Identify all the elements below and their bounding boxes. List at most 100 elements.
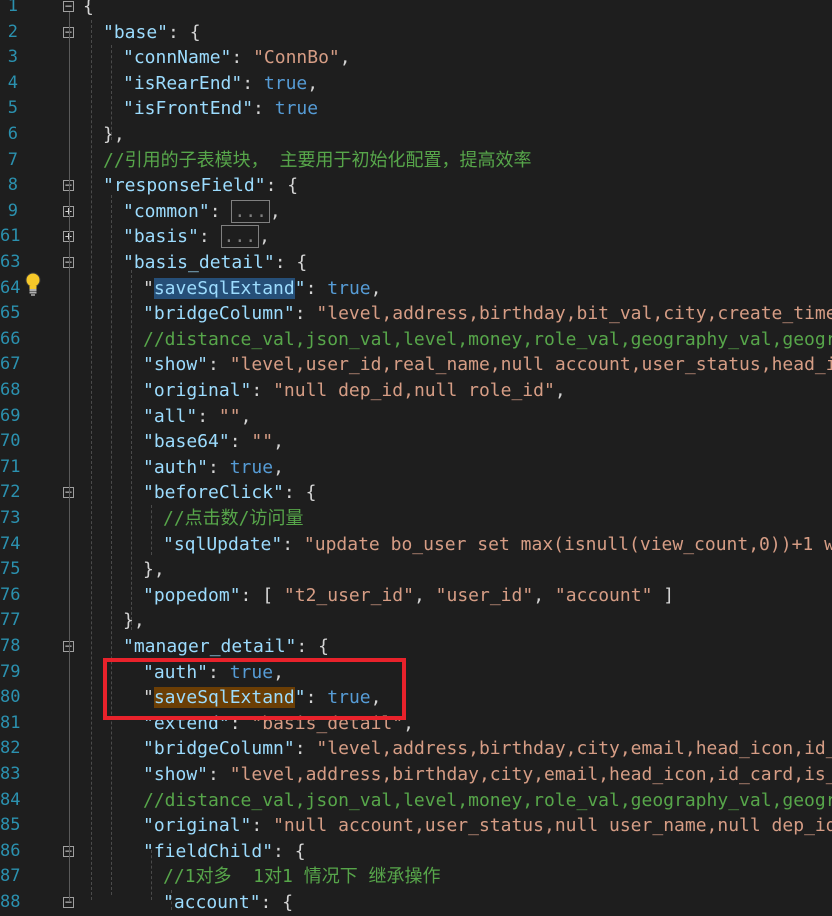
token: "responseField" <box>103 175 266 197</box>
code-text[interactable]: }, <box>103 122 125 148</box>
code-text[interactable]: "original": "null account,user_status,nu… <box>143 813 832 839</box>
code-text[interactable]: //点击数/访问量 <box>163 506 304 532</box>
indent-guide <box>91 20 92 900</box>
code-line[interactable]: 3 "connName": "ConnBo", <box>0 45 832 71</box>
code-line[interactable]: 2− "base": { <box>0 20 832 46</box>
lightbulb-icon[interactable] <box>24 272 42 298</box>
code-line[interactable]: 83 "show": "level,address,birthday,city,e… <box>0 762 832 788</box>
code-text[interactable]: //1对多 1对1 情况下 继承操作 <box>163 864 441 890</box>
code-line[interactable]: 86− "fieldChild": { <box>0 839 832 865</box>
token: //点击数/访问量 <box>163 508 304 529</box>
code-line[interactable]: 4 "isRearEnd": true, <box>0 71 832 97</box>
token: : <box>294 303 317 325</box>
token: "manager_detail" <box>123 636 297 657</box>
code-text[interactable]: "base": { <box>103 20 201 46</box>
code-line[interactable]: 71 "auth": true, <box>0 455 832 481</box>
code-text[interactable]: "beforeClick": { <box>143 480 316 506</box>
code-text[interactable]: "saveSqlExtand": true, <box>143 276 381 302</box>
token: "level,address,birthday,city,email,head_… <box>229 764 832 785</box>
code-text[interactable]: }, <box>123 608 145 634</box>
code-line[interactable]: 74 "sqlUpdate": "update bo_user set max(i… <box>0 532 832 558</box>
token: "connName" <box>123 47 232 69</box>
code-text[interactable]: "show": "level,user_id,real_name,null ac… <box>143 352 832 378</box>
code-line[interactable]: 77}, <box>0 608 832 634</box>
code-text[interactable]: "base64": "", <box>143 429 284 455</box>
code-text[interactable]: "isRearEnd": true, <box>123 71 318 97</box>
line-number: 74 <box>0 533 21 554</box>
code-line[interactable]: 8− "responseField": { <box>0 173 832 199</box>
code-line[interactable]: 68 "original": "null dep_id,null role_id"… <box>0 378 832 404</box>
token: , <box>240 405 252 427</box>
code-line[interactable]: 75}, <box>0 557 832 583</box>
code-text[interactable]: "show": "level,address,birthday,city,ema… <box>143 762 832 788</box>
code-text[interactable]: "auth": true, <box>143 455 284 481</box>
code-text[interactable]: "original": "null dep_id,null role_id", <box>143 378 566 404</box>
code-text[interactable]: { <box>83 0 94 20</box>
code-text[interactable]: }, <box>143 557 165 583</box>
code-text[interactable]: "isFrontEnd": true <box>123 96 318 122</box>
code-line[interactable]: 85 "original": "null account,user_status,… <box>0 813 832 839</box>
code-line[interactable]: 61 + "basis": ..., <box>0 224 832 250</box>
line-number: 85 <box>0 815 21 836</box>
token: : <box>242 72 264 94</box>
code-line[interactable]: 7 //引用的子表模块， 主要用于初始化配置，提高效率 <box>0 148 832 174</box>
token: : <box>253 98 275 120</box>
code-text[interactable]: "bridgeColumn": "level,address,birthday,… <box>143 736 832 762</box>
token: : <box>231 47 254 69</box>
collapse-icon[interactable]: − <box>63 0 74 12</box>
code-line[interactable]: 88− "account": { <box>0 890 832 916</box>
code-text[interactable]: //引用的子表模块， 主要用于初始化配置，提高效率 <box>103 148 532 174</box>
token: "bridgeColumn" <box>143 738 295 760</box>
code-line[interactable]: 69 "all": "", <box>0 404 832 430</box>
code-text[interactable]: "basis_detail": { <box>123 250 307 276</box>
code-line[interactable]: 64 "saveSqlExtand": true, <box>0 276 832 302</box>
code-text[interactable]: //distance_val,json_val,level,money,role… <box>143 788 832 814</box>
code-text[interactable]: "sqlUpdate": "update bo_user set max(isn… <box>163 532 832 558</box>
token: , <box>413 584 436 606</box>
token: : { <box>296 636 329 657</box>
code-line[interactable]: 82 "bridgeColumn": "level,address,birthda… <box>0 736 832 762</box>
code-line[interactable]: 65 "bridgeColumn": "level,address,birthda… <box>0 301 832 327</box>
code-text[interactable]: "basis": ..., <box>123 224 270 250</box>
line-number: 66 <box>0 328 21 349</box>
code-line[interactable]: 67 "show": "level,user_id,real_name,null … <box>0 352 832 378</box>
code-line[interactable]: 63− "basis_detail": { <box>0 250 832 276</box>
line-number: 9 <box>7 200 18 221</box>
token: "base64" <box>143 431 230 453</box>
token: "sqlUpdate" <box>163 533 283 555</box>
code-line[interactable]: 5 "isFrontEnd": true <box>0 96 832 122</box>
token: //1对多 1对1 情况下 继承操作 <box>163 866 441 888</box>
code-text[interactable]: "all": "", <box>143 404 251 430</box>
red-annotation-box <box>103 658 406 720</box>
code-text[interactable]: "bridgeColumn": "level,address,birthday,… <box>143 301 832 327</box>
code-line[interactable]: 76 "popedom": [ "t2_user_id", "user_id", … <box>0 583 832 609</box>
code-line[interactable]: 87 //1对多 1对1 情况下 继承操作 <box>0 864 832 890</box>
code-line[interactable]: 70 "base64": "", <box>0 429 832 455</box>
code-line[interactable]: 78− "manager_detail": { <box>0 634 832 660</box>
code-line[interactable]: 66 //distance_val,json_val,level,money,ro… <box>0 327 832 353</box>
code-text[interactable]: "fieldChild": { <box>143 839 306 865</box>
code-line[interactable]: 84 //distance_val,json_val,level,money,ro… <box>0 788 832 814</box>
collapsed-region[interactable]: ... <box>231 199 270 223</box>
token: , <box>259 226 270 248</box>
code-text[interactable]: "responseField": { <box>103 173 298 199</box>
line-number: 72 <box>0 482 21 503</box>
code-text[interactable]: "manager_detail": { <box>123 634 329 660</box>
code-line[interactable]: 72− "beforeClick": { <box>0 480 832 506</box>
token: "fieldChild" <box>143 840 274 862</box>
code-text[interactable]: "common": ..., <box>123 199 281 225</box>
token: : <box>208 456 230 478</box>
code-line[interactable]: 73 //点击数/访问量 <box>0 506 832 532</box>
code-text[interactable]: "connName": "ConnBo", <box>123 45 351 71</box>
code-text[interactable]: "account": { <box>163 890 293 916</box>
collapsed-region[interactable]: ... <box>220 225 260 249</box>
code-text[interactable]: //distance_val,json_val,level,money,role… <box>143 327 832 353</box>
token: }, <box>123 610 145 632</box>
code-text[interactable]: "popedom": [ "t2_user_id", "user_id", "a… <box>143 583 674 609</box>
code-line[interactable]: 1 −{ <box>0 0 832 20</box>
token: : <box>305 277 328 299</box>
code-editor[interactable]: 1 −{2− "base": {3 "connName": "ConnBo", 4 "is… <box>0 0 832 913</box>
code-line[interactable]: 6}, <box>0 122 832 148</box>
code-line[interactable]: 9 + "common": ..., <box>0 199 832 225</box>
line-number: 1 <box>7 0 18 16</box>
